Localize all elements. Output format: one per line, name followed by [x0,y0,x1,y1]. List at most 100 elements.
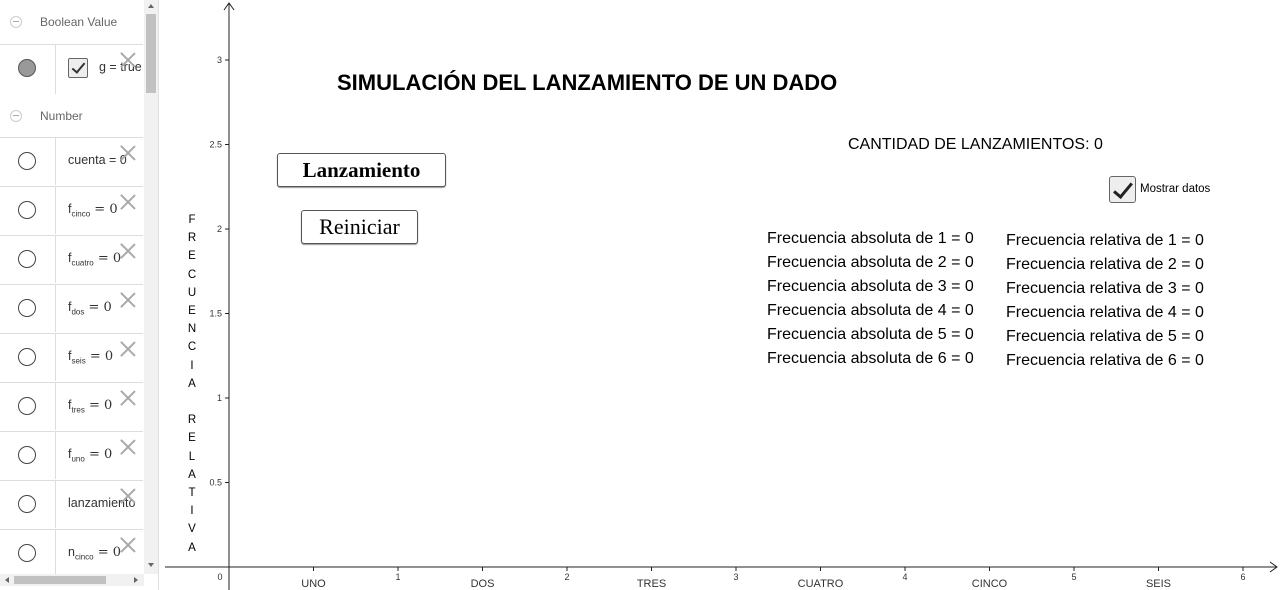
relative-frequency-1: Frecuencia relativa de 1 = 0 [1006,232,1204,249]
category-label: TRES [637,578,666,590]
var-value: = 0 [84,447,113,462]
visibility-toggle-icon[interactable] [18,495,36,513]
relative-frequency-2: Frecuencia relativa de 2 = 0 [1006,256,1204,273]
visibility-cell [0,383,56,430]
category-label: UNO [301,578,326,590]
y-tick-label: 2 [217,224,222,234]
collapse-icon[interactable] [10,16,22,28]
page-title: SIMULACIÓN DEL LANZAMIENTO DE UN DADO [337,70,838,95]
delete-icon[interactable] [119,192,137,210]
algebra-row-fseis[interactable]: fseis = 0 [0,333,143,381]
visibility-cell [0,432,56,479]
boolean-checkbox[interactable] [68,58,88,78]
algebra-row-fcuatro[interactable]: fcuatro = 0 [0,235,143,283]
row-expression: fseis = 0 [68,349,113,366]
absolute-frequency-4: Frecuencia absoluta de 4 = 0 [767,302,974,319]
visibility-toggle-icon[interactable] [18,348,36,366]
graphics-view[interactable]: 0 1 2 3 4 5 6 UNO DOS TRES CUATRO CINCO SEIS 0.5 1 1.5 2… [160,0,1280,590]
scroll-right-icon[interactable] [134,577,138,583]
var-value: = 0 [93,545,122,560]
algebra-panel: Boolean Value g = true Number cuenta = 0… [0,0,159,590]
x-tick-label: 6 [1240,572,1245,582]
delete-icon[interactable] [119,50,137,68]
relative-frequency-6: Frecuencia relativa de 6 = 0 [1006,352,1204,369]
delete-icon[interactable] [119,290,137,308]
y-tick-label: 1.5 [209,309,222,319]
section-header-number[interactable]: Number [0,94,143,138]
row-expression: ftres = 0 [68,398,112,415]
collapse-icon[interactable] [10,110,22,122]
y-tick-label: 2.5 [209,140,222,150]
var-subscript: seis [71,356,86,366]
visibility-toggle-icon[interactable] [18,397,36,415]
delete-icon[interactable] [119,241,137,259]
reset-button[interactable]: Reiniciar [301,210,418,244]
delete-icon[interactable] [119,388,137,406]
visibility-cell [0,45,56,94]
row-expression: fcinco = 0 [68,202,118,219]
visibility-toggle-icon[interactable] [18,299,36,317]
category-label: CINCO [972,578,1008,590]
visibility-cell [0,334,56,381]
scroll-left-icon[interactable] [5,577,9,583]
x-tick-label: 4 [902,572,907,582]
var-value: = 0 [90,202,118,217]
visibility-cell [0,138,56,185]
row-expression: fcuatro = 0 [68,251,121,268]
vertical-scrollbar[interactable] [144,0,158,574]
y-tick-label: 3 [217,55,222,65]
algebra-row-ftres[interactable]: ftres = 0 [0,382,143,430]
visibility-toggle-icon[interactable] [18,201,36,219]
y-axis-label: F R E C U E N C I A R E L A T I V A [187,214,197,554]
x-tick-label: 1 [395,572,400,582]
var-subscript: tres [71,405,85,415]
visibility-cell [0,236,56,283]
visibility-toggle-icon[interactable] [18,544,36,562]
visibility-toggle-icon[interactable] [18,59,36,77]
show-data-checkbox[interactable] [1109,176,1136,203]
launch-button[interactable]: Lanzamiento [277,153,446,187]
row-expression: cuenta = 0 [68,153,127,167]
algebra-row-cuenta[interactable]: cuenta = 0 [0,137,143,185]
delete-icon[interactable] [119,486,137,504]
scrollbar-thumb[interactable] [14,576,106,584]
visibility-cell [0,285,56,332]
var-value: = 0 [84,300,112,315]
delete-icon[interactable] [119,437,137,455]
visibility-toggle-icon[interactable] [18,152,36,170]
absolute-frequency-1: Frecuencia absoluta de 1 = 0 [767,230,974,247]
show-data-label: Mostrar datos [1140,183,1211,195]
category-label: DOS [471,578,495,590]
absolute-frequency-5: Frecuencia absoluta de 5 = 0 [767,326,974,343]
visibility-cell [0,481,56,528]
algebra-row-ncinco[interactable]: ncinco = 0 [0,529,143,577]
row-expression: funo = 0 [68,447,112,464]
absolute-frequency-2: Frecuencia absoluta de 2 = 0 [767,254,974,271]
algebra-row-g[interactable]: g = true [0,44,143,94]
scrollbar-thumb[interactable] [146,14,156,93]
var-subscript: cinco [71,209,91,219]
algebra-row-lanzamiento[interactable]: lanzamiento [0,480,143,528]
delete-icon[interactable] [119,143,137,161]
visibility-toggle-icon[interactable] [18,446,36,464]
x-tick-label: 2 [564,572,569,582]
scroll-down-icon[interactable] [148,563,154,567]
category-label: CUATRO [798,578,844,590]
category-label: SEIS [1146,578,1171,590]
section-label: Boolean Value [40,15,118,29]
var-subscript: dos [71,307,85,317]
var-value: = 0 [85,349,114,364]
section-label: Number [40,109,83,123]
var-base: n [68,545,75,559]
algebra-row-fdos[interactable]: fdos = 0 [0,284,143,332]
visibility-toggle-icon[interactable] [18,250,36,268]
absolute-frequency-6: Frecuencia absoluta de 6 = 0 [767,350,974,367]
x-tick-label: 3 [733,572,738,582]
algebra-row-funo[interactable]: funo = 0 [0,431,143,479]
section-header-boolean[interactable]: Boolean Value [0,0,143,44]
delete-icon[interactable] [119,339,137,357]
algebra-row-fcinco[interactable]: fcinco = 0 [0,186,143,234]
scroll-up-icon[interactable] [148,4,154,8]
delete-icon[interactable] [119,535,137,553]
horizontal-scrollbar[interactable] [0,574,144,586]
